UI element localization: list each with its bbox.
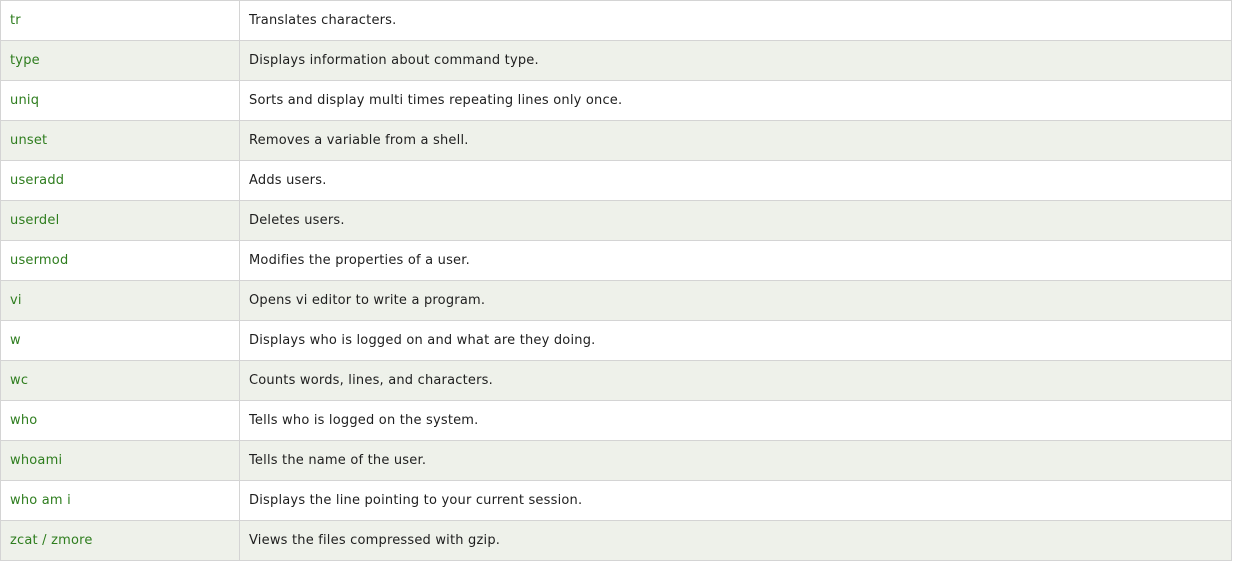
table-row: w Displays who is logged on and what are… [0,320,1232,361]
command-table-container: tr Translates characters. type Displays … [0,0,1232,561]
table-row: zcat / zmore Views the files compressed … [0,520,1232,561]
description-cell: Tells the name of the user. [239,440,1232,481]
command-cell: usermod [0,240,240,281]
description-cell: Displays the line pointing to your curre… [239,480,1232,521]
table-row: usermod Modifies the properties of a use… [0,240,1232,281]
command-cell: who [0,400,240,441]
table-row: unset Removes a variable from a shell. [0,120,1232,161]
description-cell: Tells who is logged on the system. [239,400,1232,441]
table-row: userdel Deletes users. [0,200,1232,241]
description-cell: Counts words, lines, and characters. [239,360,1232,401]
table-row: wc Counts words, lines, and characters. [0,360,1232,401]
description-cell: Views the files compressed with gzip. [239,520,1232,561]
table-row: whoami Tells the name of the user. [0,440,1232,481]
table-row: tr Translates characters. [0,0,1232,41]
command-cell: type [0,40,240,81]
command-cell: zcat / zmore [0,520,240,561]
description-cell: Opens vi editor to write a program. [239,280,1232,321]
description-cell: Displays information about command type. [239,40,1232,81]
command-cell: uniq [0,80,240,121]
command-cell: useradd [0,160,240,201]
description-cell: Deletes users. [239,200,1232,241]
command-cell: vi [0,280,240,321]
command-cell: w [0,320,240,361]
description-cell: Modifies the properties of a user. [239,240,1232,281]
table-row: uniq Sorts and display multi times repea… [0,80,1232,121]
table-row: who Tells who is logged on the system. [0,400,1232,441]
command-cell: wc [0,360,240,401]
table-row: useradd Adds users. [0,160,1232,201]
command-cell: tr [0,0,240,41]
description-cell: Sorts and display multi times repeating … [239,80,1232,121]
command-cell: who am i [0,480,240,521]
description-cell: Translates characters. [239,0,1232,41]
description-cell: Adds users. [239,160,1232,201]
command-cell: userdel [0,200,240,241]
description-cell: Removes a variable from a shell. [239,120,1232,161]
table-row: vi Opens vi editor to write a program. [0,280,1232,321]
command-cell: whoami [0,440,240,481]
description-cell: Displays who is logged on and what are t… [239,320,1232,361]
command-table-body: tr Translates characters. type Displays … [0,0,1232,561]
table-row: who am i Displays the line pointing to y… [0,480,1232,521]
table-row: type Displays information about command … [0,40,1232,81]
command-table: tr Translates characters. type Displays … [0,0,1232,561]
command-cell: unset [0,120,240,161]
